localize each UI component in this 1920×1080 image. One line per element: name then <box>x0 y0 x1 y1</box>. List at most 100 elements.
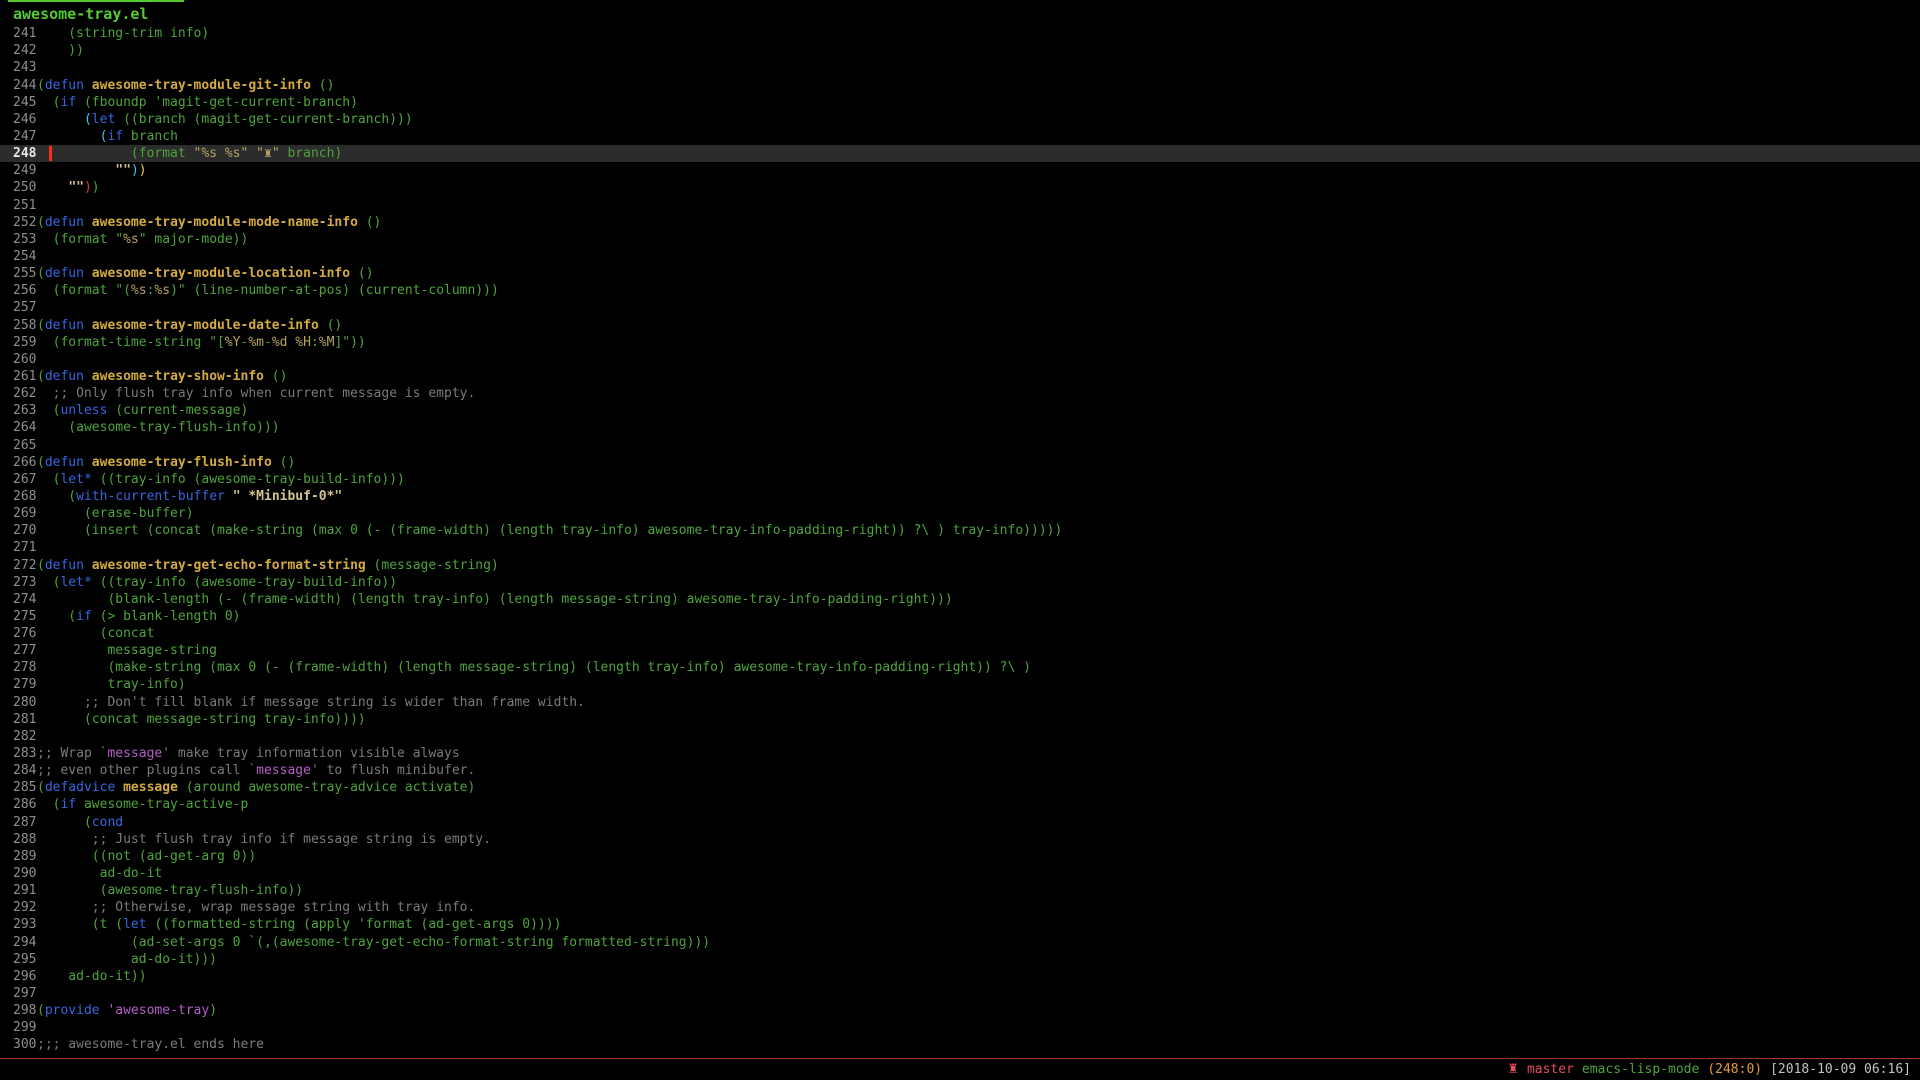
code-line[interactable]: 243 <box>0 59 1920 76</box>
line-number: 249 <box>0 162 37 179</box>
modeline-datetime: [2018-10-09 06:16] <box>1770 1062 1911 1077</box>
code-text: ;; Wrap `message' make tray information … <box>37 746 460 761</box>
git-branch-name[interactable]: master <box>1527 1062 1574 1077</box>
code-text: (string-trim info) <box>37 26 209 41</box>
code-line[interactable]: 249 "")) <box>0 162 1920 179</box>
code-line[interactable]: 254 <box>0 248 1920 265</box>
code-line[interactable]: 263 (unless (current-message) <box>0 402 1920 419</box>
code-text: (defadvice message (around awesome-tray-… <box>37 780 475 795</box>
code-line[interactable]: 295 ad-do-it))) <box>0 951 1920 968</box>
code-text: (erase-buffer) <box>37 506 194 521</box>
code-text: (blank-length (- (frame-width) (length t… <box>37 592 953 607</box>
line-number: 250 <box>0 179 37 196</box>
code-line[interactable]: 279 tray-info) <box>0 676 1920 693</box>
code-line[interactable]: 282 <box>0 728 1920 745</box>
code-text: message-string <box>37 643 217 658</box>
code-line[interactable]: 257 <box>0 299 1920 316</box>
code-line[interactable]: 267 (let* ((tray-info (awesome-tray-buil… <box>0 471 1920 488</box>
code-line[interactable]: 275 (if (> blank-length 0) <box>0 608 1920 625</box>
code-line[interactable]: 269 (erase-buffer) <box>0 505 1920 522</box>
code-text: (if branch <box>37 129 178 144</box>
line-number: 272 <box>0 557 37 574</box>
line-number: 289 <box>0 848 37 865</box>
code-line[interactable]: 274 (blank-length (- (frame-width) (leng… <box>0 591 1920 608</box>
code-line[interactable]: 266(defun awesome-tray-flush-info () <box>0 454 1920 471</box>
code-editor[interactable]: 241 (string-trim info)242 ))243244(defun… <box>0 25 1920 1053</box>
code-line[interactable]: 247 (if branch <box>0 128 1920 145</box>
code-line[interactable]: 259 (format-time-string "[%Y-%m-%d %H:%M… <box>0 334 1920 351</box>
code-text: (let* ((tray-info (awesome-tray-build-in… <box>37 575 397 590</box>
line-number: 282 <box>0 728 37 745</box>
code-line[interactable]: 261(defun awesome-tray-show-info () <box>0 368 1920 385</box>
code-line[interactable]: 298(provide 'awesome-tray) <box>0 1002 1920 1019</box>
code-text: (defun awesome-tray-flush-info () <box>37 455 295 470</box>
code-line[interactable]: 273 (let* ((tray-info (awesome-tray-buil… <box>0 574 1920 591</box>
code-line[interactable]: 244(defun awesome-tray-module-git-info (… <box>0 77 1920 94</box>
code-line[interactable]: 288 ;; Just flush tray info if message s… <box>0 831 1920 848</box>
line-number: 244 <box>0 77 37 94</box>
code-line[interactable]: 255(defun awesome-tray-module-location-i… <box>0 265 1920 282</box>
code-text: ;;; awesome-tray.el ends here <box>37 1037 264 1052</box>
code-line[interactable]: 272(defun awesome-tray-get-echo-format-s… <box>0 557 1920 574</box>
code-line[interactable]: 241 (string-trim info) <box>0 25 1920 42</box>
code-text: (cond <box>37 815 123 830</box>
code-line[interactable]: 258(defun awesome-tray-module-date-info … <box>0 317 1920 334</box>
code-line[interactable]: 260 <box>0 351 1920 368</box>
code-line[interactable]: 283;; Wrap `message' make tray informati… <box>0 745 1920 762</box>
line-number: 279 <box>0 676 37 693</box>
code-line[interactable]: 293 (t (let ((formatted-string (apply 'f… <box>0 916 1920 933</box>
code-line[interactable]: 253 (format "%s" major-mode)) <box>0 231 1920 248</box>
code-line[interactable]: 296 ad-do-it)) <box>0 968 1920 985</box>
code-line[interactable]: 299 <box>0 1019 1920 1036</box>
code-line[interactable]: 262 ;; Only flush tray info when current… <box>0 385 1920 402</box>
line-number: 265 <box>0 437 37 454</box>
line-number: 284 <box>0 762 37 779</box>
code-line[interactable]: 284;; even other plugins call `message' … <box>0 762 1920 779</box>
code-line[interactable]: 280 ;; Don't fill blank if message strin… <box>0 694 1920 711</box>
code-line[interactable]: 242 )) <box>0 42 1920 59</box>
code-text: (if (> blank-length 0) <box>37 609 241 624</box>
code-line[interactable]: 278 (make-string (max 0 (- (frame-width)… <box>0 659 1920 676</box>
code-line[interactable]: 256 (format "(%s:%s)" (line-number-at-po… <box>0 282 1920 299</box>
line-number: 271 <box>0 539 37 556</box>
code-line[interactable]: 265 <box>0 437 1920 454</box>
line-number: 296 <box>0 968 37 985</box>
line-number: 245 <box>0 94 37 111</box>
code-line[interactable]: 277 message-string <box>0 642 1920 659</box>
line-number: 251 <box>0 197 37 214</box>
emacs-frame: awesome-tray.el 241 (string-trim info)24… <box>0 0 1920 1080</box>
line-number: 275 <box>0 608 37 625</box>
line-number: 287 <box>0 814 37 831</box>
code-line[interactable]: 291 (awesome-tray-flush-info)) <box>0 882 1920 899</box>
line-number: 261 <box>0 368 37 385</box>
code-line[interactable]: 276 (concat <box>0 625 1920 642</box>
line-number: 247 <box>0 128 37 145</box>
code-line[interactable]: 290 ad-do-it <box>0 865 1920 882</box>
code-line[interactable]: 294 (ad-set-args 0 `(,(awesome-tray-get-… <box>0 934 1920 951</box>
code-line-current[interactable]: 248 (format "%s %s" "♜" branch) <box>0 145 1920 162</box>
code-line[interactable]: 246 (let ((branch (magit-get-current-bra… <box>0 111 1920 128</box>
code-line[interactable]: 245 (if (fboundp 'magit-get-current-bran… <box>0 94 1920 111</box>
line-number: 273 <box>0 574 37 591</box>
code-line[interactable]: 300;;; awesome-tray.el ends here <box>0 1036 1920 1053</box>
line-number: 270 <box>0 522 37 539</box>
code-line[interactable]: 289 ((not (ad-get-arg 0)) <box>0 848 1920 865</box>
code-text: (let ((branch (magit-get-current-branch)… <box>37 112 413 127</box>
code-line[interactable]: 287 (cond <box>0 814 1920 831</box>
code-line[interactable]: 292 ;; Otherwise, wrap message string wi… <box>0 899 1920 916</box>
code-line[interactable]: 281 (concat message-string tray-info)))) <box>0 711 1920 728</box>
code-line[interactable]: 297 <box>0 985 1920 1002</box>
code-line[interactable]: 251 <box>0 197 1920 214</box>
code-line[interactable]: 252(defun awesome-tray-module-mode-name-… <box>0 214 1920 231</box>
line-number: 255 <box>0 265 37 282</box>
major-mode-name[interactable]: emacs-lisp-mode <box>1582 1062 1699 1077</box>
code-line[interactable]: 250 "")) <box>0 179 1920 196</box>
code-line[interactable]: 285(defadvice message (around awesome-tr… <box>0 779 1920 796</box>
line-number: 290 <box>0 865 37 882</box>
buffer-title: awesome-tray.el <box>8 0 184 23</box>
code-line[interactable]: 271 <box>0 539 1920 556</box>
code-line[interactable]: 286 (if awesome-tray-active-p <box>0 796 1920 813</box>
code-line[interactable]: 270 (insert (concat (make-string (max 0 … <box>0 522 1920 539</box>
code-line[interactable]: 268 (with-current-buffer " *Minibuf-0*" <box>0 488 1920 505</box>
code-line[interactable]: 264 (awesome-tray-flush-info))) <box>0 419 1920 436</box>
